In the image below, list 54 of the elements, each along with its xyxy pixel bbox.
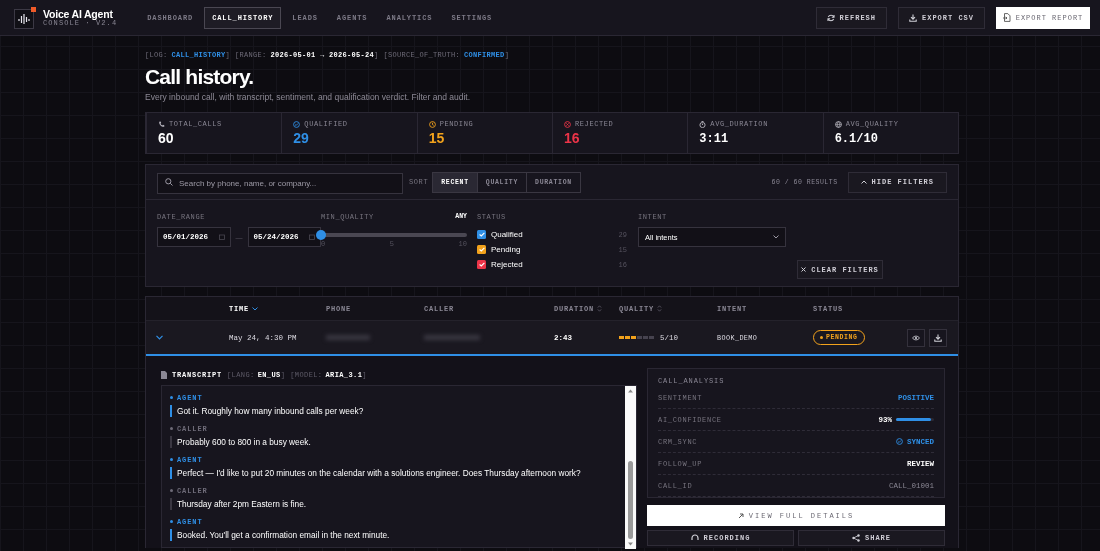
phone-icon: [158, 120, 165, 128]
checkbox[interactable]: [477, 245, 486, 254]
stat-value: 3:11: [699, 132, 729, 147]
stat-value: 16: [564, 131, 580, 146]
message-text: Perfect — I'd like to put 20 minutes on the calendar with a solutions engineer. Does Thursday afternoon work?: [170, 467, 617, 479]
x-circle-icon: [564, 120, 571, 128]
chevron-down-icon: [773, 235, 779, 239]
logo-icon: [14, 6, 36, 29]
share-icon: [852, 534, 860, 542]
download-icon: [934, 333, 942, 342]
check-icon: [478, 232, 485, 237]
stopwatch-icon: [699, 120, 707, 128]
download-button[interactable]: [929, 328, 947, 347]
search-icon: [165, 178, 173, 186]
check-icon: [478, 247, 485, 252]
stat-value: 29: [293, 131, 309, 146]
checkbox-label: Pending: [491, 245, 522, 254]
brand-name: Voice AI Agent: [43, 8, 114, 20]
sort-desc-icon: [252, 306, 258, 311]
check-circle-icon: [896, 438, 903, 445]
sort-icon: [597, 305, 602, 312]
calendar-icon: [309, 234, 315, 240]
stat-value: 60: [158, 131, 174, 146]
message-text: Booked. You'll get a confirmation email in the next minute.: [170, 529, 617, 541]
page-subtitle: Every inbound call, with transcript, sentiment, and qualification verdict. Filter and audit.: [145, 92, 472, 103]
search-field[interactable]: Search by phone, name, or company...: [157, 172, 403, 194]
slider-thumb[interactable]: [316, 230, 326, 240]
page-title: Call history.: [145, 65, 255, 88]
checkbox[interactable]: [477, 230, 486, 239]
download-icon: [909, 13, 917, 22]
external-link-icon: [737, 512, 744, 519]
headphones-icon: [690, 534, 699, 542]
message-text: Probably 600 to 800 in a busy week.: [170, 436, 617, 448]
document-icon: [161, 371, 167, 379]
checkbox[interactable]: [477, 260, 486, 269]
chevron-icon[interactable]: [156, 335, 163, 340]
checkbox-label: Qualified: [491, 230, 524, 239]
check-icon: [478, 262, 485, 267]
view-button[interactable]: [907, 328, 925, 347]
clock-icon: [428, 120, 436, 128]
refresh-icon: [826, 13, 835, 22]
close-icon: [801, 267, 807, 272]
chevron-up-icon: [860, 180, 867, 184]
eye-icon: [912, 334, 920, 341]
check-circle-icon: [293, 120, 301, 128]
stat-value: 6.1/10: [834, 132, 878, 147]
sort-icon: [657, 305, 662, 312]
file-export-icon: [1002, 13, 1011, 22]
calendar-icon: [218, 234, 225, 240]
message-text: Got it. Roughly how many inbound calls per week?: [170, 405, 617, 417]
checkbox-label: Rejected: [491, 260, 524, 269]
message-text: Thursday after 2pm Eastern is fine.: [170, 498, 617, 510]
globe-icon: [834, 120, 842, 128]
stat-value: 15: [428, 131, 445, 146]
